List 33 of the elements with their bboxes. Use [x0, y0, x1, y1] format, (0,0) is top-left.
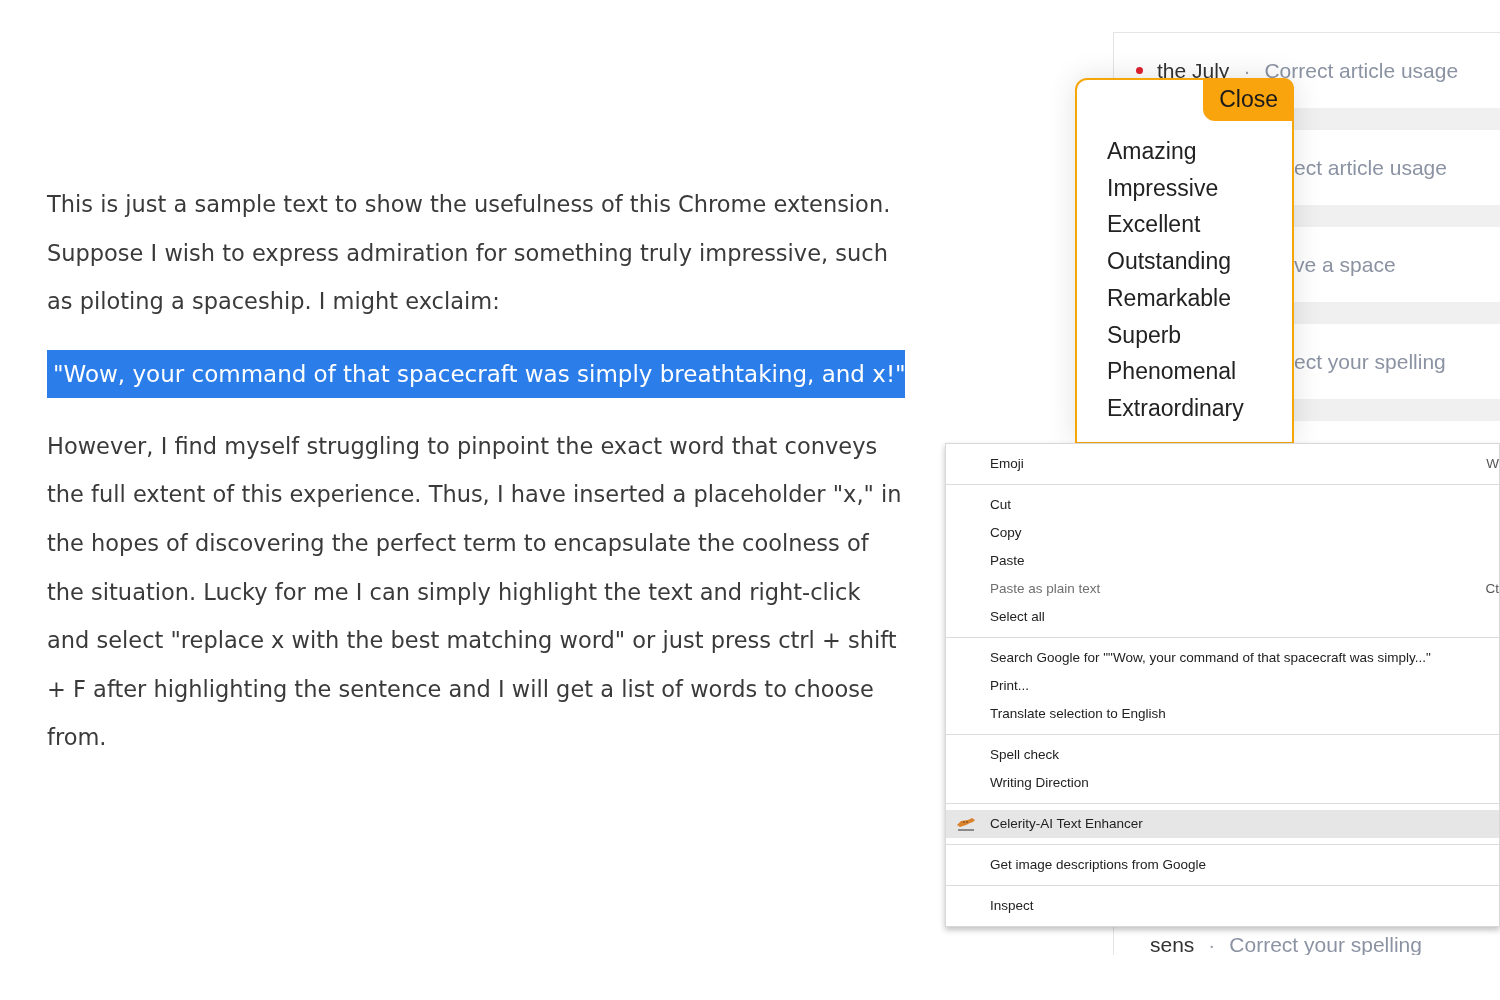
word-option[interactable]: Phenomenal: [1107, 353, 1292, 390]
word-option[interactable]: Excellent: [1107, 206, 1292, 244]
word-option[interactable]: Amazing: [1107, 133, 1292, 170]
menu-item[interactable]: Inspect: [946, 892, 1499, 920]
menu-item[interactable]: Translate selection to English: [946, 700, 1499, 728]
suggestion-message: ve a space: [1294, 251, 1396, 278]
menu-item[interactable]: Copy: [946, 519, 1499, 547]
word-option[interactable]: Extraordinary: [1107, 389, 1292, 427]
selected-text: "Wow, your command of that spacecraft was simply breathtaking, and x!": [52, 359, 905, 389]
separator-dot: ·: [1208, 932, 1216, 955]
shortcut-hint: W: [1486, 454, 1499, 473]
word-option[interactable]: Superb: [1107, 316, 1292, 354]
suggestion-word: sens: [1150, 932, 1195, 955]
paragraph: This is just a sample text to show the usefulness of this Chrome extension.: [47, 190, 892, 219]
paragraph: Suppose I wish to express admiration for something truly impressive, such as piloting a spaceship. I might exclaim:: [47, 238, 889, 317]
suggestion-message: ect article usage: [1294, 154, 1447, 181]
shortcut-hint: Ct: [1485, 579, 1499, 598]
menu-item[interactable]: Spell check: [946, 741, 1499, 769]
word-option[interactable]: Remarkable: [1107, 279, 1292, 317]
word-option[interactable]: Impressive: [1107, 169, 1292, 207]
suggestion-message: ect your spelling: [1294, 348, 1446, 375]
menu-item[interactable]: Cut: [946, 491, 1499, 519]
menu-item[interactable]: Print...: [946, 672, 1499, 700]
paragraph: However, I find myself struggling to pinpoint the exact word that conveys the full extent of this experience. Thus, I have inserted a placeholder "x," in the hopes of discovering the perfect term to encapsulate the coolness of the situation. Lucky for me I can simply highlight the text and right-click and select "replace x with the best matching word" or just press ctrl + shift + F after highlighting the sentence and I will get a list of words to choose from.: [47, 431, 903, 753]
menu-item[interactable]: Celerity-AI Text Enhancer: [946, 810, 1499, 838]
menu-item[interactable]: Select all: [946, 603, 1499, 631]
word-option[interactable]: Outstanding: [1107, 243, 1292, 280]
menu-item[interactable]: Search Google for ""Wow, your command of that spacecraft was simply...": [946, 644, 1499, 672]
menu-item[interactable]: Paste: [946, 547, 1499, 575]
close-button[interactable]: Close: [1203, 78, 1294, 121]
menu-item[interactable]: Get image descriptions from Google: [946, 851, 1499, 879]
menu-item[interactable]: Writing Direction: [946, 769, 1499, 797]
menu-item[interactable]: Emoji W: [946, 450, 1499, 478]
